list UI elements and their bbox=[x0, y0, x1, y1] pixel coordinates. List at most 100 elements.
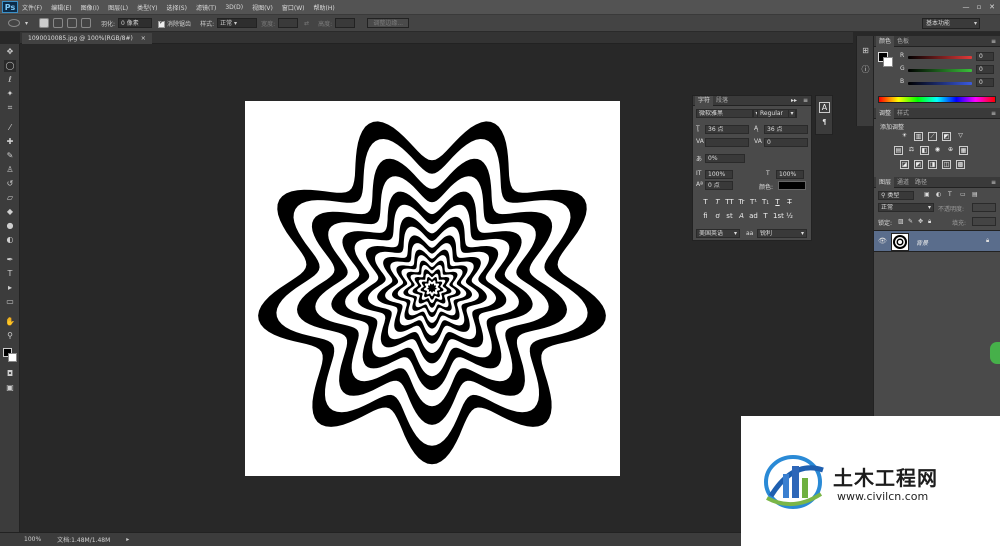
background-color-swatch[interactable] bbox=[8, 353, 17, 362]
shape-filter-icon[interactable]: ▭ bbox=[960, 191, 966, 198]
floating-green-button[interactable] bbox=[990, 342, 1000, 364]
document-tab[interactable]: 1090010085.jpg @ 100%(RGB/8#) × bbox=[22, 33, 152, 44]
dodge-tool-icon[interactable]: ◐ bbox=[4, 234, 16, 246]
panel-menu-icon[interactable]: ≡ bbox=[988, 108, 999, 119]
feather-input[interactable]: 0 像素 bbox=[118, 18, 153, 28]
pixel-filter-icon[interactable]: ▣ bbox=[924, 191, 930, 198]
horizontal-scale-input[interactable]: 100% bbox=[776, 170, 804, 179]
antialias-select[interactable]: 锐利 ▾ bbox=[757, 229, 807, 238]
blur-tool-icon[interactable]: ● bbox=[4, 220, 16, 232]
tsume-input[interactable]: 0% bbox=[705, 154, 745, 163]
superscript-button[interactable]: T¹ bbox=[749, 198, 758, 207]
tab-layers[interactable]: 图层 bbox=[876, 177, 895, 188]
threshold-icon[interactable]: ◨ bbox=[928, 160, 937, 169]
selective-color-icon[interactable]: ◫ bbox=[942, 160, 951, 169]
tab-swatches[interactable]: 色板 bbox=[894, 36, 912, 47]
fraction-button[interactable]: ½ bbox=[785, 212, 794, 221]
channel-slider[interactable] bbox=[908, 69, 972, 72]
menu-help[interactable]: 帮助(H) bbox=[314, 3, 335, 12]
vibrance-icon[interactable]: ▽ bbox=[956, 132, 965, 141]
tab-adjustments[interactable]: 调整 bbox=[876, 108, 895, 119]
color-balance-icon[interactable]: ⚖ bbox=[907, 146, 916, 155]
font-style-dropdown-icon[interactable]: ▾ bbox=[788, 109, 796, 118]
all-caps-button[interactable]: TT bbox=[725, 198, 734, 207]
type-filter-icon[interactable]: T bbox=[948, 191, 952, 198]
workspace-select[interactable]: 基本功能 ▾ bbox=[922, 18, 980, 29]
lasso-tool-icon[interactable]: ℓ bbox=[4, 74, 16, 86]
paragraph-panel-icon[interactable]: ¶ bbox=[819, 118, 830, 127]
refine-edge-button[interactable]: 调整边缘... bbox=[367, 18, 410, 28]
menu-window[interactable]: 窗口(W) bbox=[282, 3, 305, 12]
curves-icon[interactable]: ⟋ bbox=[928, 132, 937, 141]
subscript-button[interactable]: T₁ bbox=[761, 198, 770, 207]
menu-3d[interactable]: 3D(D) bbox=[225, 4, 243, 11]
move-tool-icon[interactable]: ✥ bbox=[4, 46, 16, 58]
style-select[interactable]: 正常 ▾ bbox=[217, 18, 258, 28]
layer-kind-filter[interactable]: ⚲ 类型 bbox=[878, 191, 914, 200]
baseline-shift-input[interactable]: 0 点 bbox=[705, 181, 733, 190]
smart-object-filter-icon[interactable]: ▤ bbox=[972, 191, 978, 198]
menu-select[interactable]: 选择(S) bbox=[166, 3, 187, 12]
brightness-icon[interactable]: ☀ bbox=[900, 132, 909, 141]
text-color-swatch[interactable] bbox=[778, 181, 806, 190]
adjustment-filter-icon[interactable]: ◐ bbox=[936, 191, 941, 198]
underline-button[interactable]: T bbox=[773, 198, 782, 207]
close-window-button[interactable]: ✕ bbox=[987, 2, 997, 12]
path-selection-tool-icon[interactable]: ▸ bbox=[4, 282, 16, 294]
small-caps-button[interactable]: Tr bbox=[737, 198, 746, 207]
posterize-icon[interactable]: ◩ bbox=[914, 160, 923, 169]
language-select[interactable]: 美国英语 ▾ bbox=[696, 229, 740, 238]
channel-value-input[interactable]: 0 bbox=[976, 65, 994, 74]
hue-saturation-icon[interactable]: ▤ bbox=[894, 146, 903, 155]
lock-transparent-icon[interactable]: ▨ bbox=[898, 218, 904, 225]
photo-filter-icon[interactable]: ◉ bbox=[933, 146, 942, 155]
ordinal-button[interactable]: 1st bbox=[773, 212, 784, 221]
lock-all-icon[interactable]: 🔒︎ bbox=[928, 218, 931, 226]
width-input[interactable] bbox=[278, 18, 299, 28]
hand-tool-icon[interactable]: ✋ bbox=[4, 316, 16, 328]
tool-preset-chevron-icon[interactable]: ▾ bbox=[25, 20, 28, 27]
panel-menu-icon[interactable]: ≡ bbox=[803, 97, 808, 104]
brush-tool-icon[interactable]: ✎ bbox=[4, 150, 16, 162]
menu-view[interactable]: 视图(V) bbox=[252, 3, 273, 12]
menu-type[interactable]: 类型(Y) bbox=[137, 3, 157, 12]
menu-image[interactable]: 图像(I) bbox=[81, 3, 99, 12]
faux-bold-button[interactable]: T bbox=[701, 198, 710, 207]
channel-value-input[interactable]: 0 bbox=[976, 78, 994, 87]
tab-styles[interactable]: 样式 bbox=[894, 108, 912, 119]
vertical-scale-input[interactable]: 100% bbox=[705, 170, 733, 179]
channel-slider[interactable] bbox=[908, 82, 972, 85]
panel-menu-icon[interactable]: ≡ bbox=[988, 177, 999, 188]
fill-input[interactable] bbox=[972, 217, 996, 226]
font-size-input[interactable]: 36 点 bbox=[705, 125, 749, 134]
panel-collapse-icon[interactable]: ▸▸ bbox=[791, 97, 797, 104]
screen-mode-icon[interactable]: ▣ bbox=[4, 382, 16, 394]
color-lookup-icon[interactable]: ▦ bbox=[959, 146, 968, 155]
font-family-select[interactable]: 微软雅黑 bbox=[696, 109, 753, 118]
channel-mixer-icon[interactable]: ⊕ bbox=[946, 146, 955, 155]
color-spectrum-bar[interactable] bbox=[878, 96, 996, 103]
leading-input[interactable]: 36 点 bbox=[764, 125, 808, 134]
levels-icon[interactable]: ▥ bbox=[914, 132, 923, 141]
magic-wand-tool-icon[interactable]: ✦ bbox=[4, 88, 16, 100]
titling-button[interactable]: T bbox=[761, 212, 770, 221]
zoom-tool-icon[interactable]: ⚲ bbox=[4, 330, 16, 342]
healing-brush-tool-icon[interactable]: ✚ bbox=[4, 136, 16, 148]
channel-value-input[interactable]: 0 bbox=[976, 52, 994, 61]
subtract-selection-icon[interactable] bbox=[67, 18, 78, 28]
stylistic-button[interactable]: ad bbox=[749, 212, 758, 221]
properties-panel-icon[interactable]: ⓘ bbox=[860, 64, 871, 75]
opacity-input[interactable] bbox=[972, 203, 996, 212]
menu-filter[interactable]: 滤镜(T) bbox=[196, 3, 216, 12]
swap-icon[interactable]: ⇄ bbox=[304, 20, 309, 27]
tab-color[interactable]: 颜色 bbox=[876, 36, 895, 47]
eraser-tool-icon[interactable]: ▱ bbox=[4, 192, 16, 204]
strikethrough-button[interactable]: T̶ bbox=[785, 198, 794, 207]
elliptical-marquee-icon[interactable] bbox=[8, 19, 20, 27]
background-color-swatch[interactable] bbox=[883, 57, 893, 67]
antialias-checkbox[interactable]: 消除锯齿 bbox=[158, 19, 191, 28]
gradient-map-icon[interactable]: ▩ bbox=[956, 160, 965, 169]
crop-tool-icon[interactable]: ⌗ bbox=[4, 102, 16, 114]
quick-mask-icon[interactable]: ◘ bbox=[4, 368, 16, 380]
blend-mode-select[interactable]: 正常 ▾ bbox=[878, 203, 934, 212]
